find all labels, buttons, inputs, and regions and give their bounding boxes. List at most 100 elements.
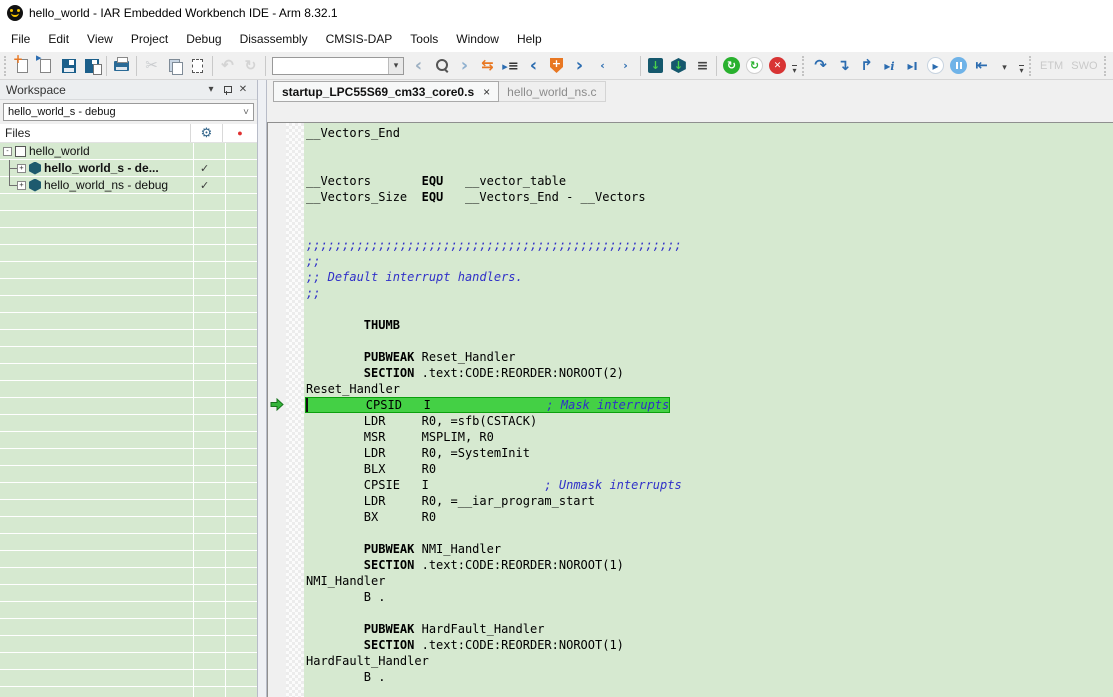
next-statement-button[interactable] bbox=[878, 54, 901, 78]
code-line bbox=[306, 205, 1113, 221]
workspace-menu-icon[interactable]: ▾ bbox=[203, 84, 219, 95]
goto-list-button[interactable] bbox=[499, 54, 522, 78]
reload-button[interactable] bbox=[743, 54, 766, 78]
step-over-icon bbox=[814, 56, 827, 75]
code-line: PUBWEAK Reset_Handler bbox=[306, 349, 1113, 365]
tree-empty-row bbox=[0, 619, 257, 636]
menu-item-debug[interactable]: Debug bbox=[177, 27, 230, 51]
menu-item-file[interactable]: File bbox=[2, 27, 39, 51]
menu-item-view[interactable]: View bbox=[78, 27, 122, 51]
text-cursor bbox=[306, 398, 308, 412]
toolbar-separator bbox=[716, 56, 717, 76]
menu-item-edit[interactable]: Edit bbox=[39, 27, 78, 51]
stop-red-icon bbox=[769, 57, 786, 74]
code-editor[interactable]: __Vectors_End__Vectors EQU __vector_tabl… bbox=[304, 123, 1113, 697]
download-button[interactable] bbox=[644, 54, 667, 78]
doc-right-icon bbox=[623, 59, 628, 72]
tab-startup-lpc55s69-cm33-core0-s[interactable]: startup_LPC55S69_cm33_core0.s× bbox=[273, 81, 499, 102]
project-node-icon bbox=[29, 179, 41, 192]
expander-icon[interactable]: + bbox=[17, 181, 26, 190]
download-debug-button[interactable] bbox=[667, 54, 690, 78]
stop-build-button[interactable] bbox=[766, 54, 789, 78]
menu-item-tools[interactable]: Tools bbox=[401, 27, 447, 51]
execution-gutter[interactable] bbox=[268, 123, 286, 697]
panel-splitter[interactable] bbox=[258, 80, 267, 697]
run-to-cursor-button[interactable] bbox=[901, 54, 924, 78]
tab-close-icon[interactable]: × bbox=[483, 85, 490, 99]
code-line bbox=[306, 333, 1113, 349]
tree-row[interactable]: +hello_world_s - de...✓ bbox=[0, 160, 257, 177]
swo-button: SWO bbox=[1067, 54, 1101, 78]
print-button[interactable] bbox=[110, 54, 133, 78]
prev-doc-button[interactable] bbox=[591, 54, 614, 78]
save-button[interactable] bbox=[57, 54, 80, 78]
shield-icon bbox=[550, 58, 563, 73]
quick-search-combo[interactable] bbox=[272, 57, 404, 75]
tree-empty-row bbox=[0, 636, 257, 653]
tree-connector bbox=[3, 160, 17, 177]
run-to-cursor-icon bbox=[907, 57, 917, 75]
next-bookmark-button[interactable] bbox=[568, 54, 591, 78]
save-all-button[interactable] bbox=[80, 54, 103, 78]
code-line: ;; Default interrupt handlers. bbox=[306, 269, 1113, 285]
new-file-icon bbox=[17, 59, 28, 73]
nav-back-button[interactable] bbox=[407, 54, 430, 78]
menu-item-window[interactable]: Window bbox=[447, 27, 508, 51]
menu-item-help[interactable]: Help bbox=[508, 27, 551, 51]
tree-row[interactable]: +hello_world_ns - debug✓ bbox=[0, 177, 257, 194]
undo-button bbox=[216, 54, 239, 78]
expander-icon[interactable]: - bbox=[3, 147, 12, 156]
tree-empty-row bbox=[0, 500, 257, 517]
breakpoints-button[interactable] bbox=[690, 54, 713, 78]
code-line: HardFault_Handler bbox=[306, 653, 1113, 669]
workspace-panel-title: Workspace bbox=[6, 83, 203, 97]
config-selector[interactable]: hello_world_s - debug bbox=[3, 103, 254, 121]
copy-button[interactable] bbox=[163, 54, 186, 78]
code-line: __Vectors EQU __vector_table bbox=[306, 173, 1113, 189]
toolbar-overflow-button[interactable] bbox=[1016, 56, 1027, 76]
tab-hello-world-ns-c[interactable]: hello_world_ns.c bbox=[499, 81, 605, 102]
stop-debugging-button[interactable] bbox=[970, 54, 993, 78]
chev-left-gray-icon bbox=[415, 55, 422, 76]
paste-button[interactable] bbox=[186, 54, 209, 78]
stop-debug-icon bbox=[975, 56, 988, 75]
toolbar-separator bbox=[106, 56, 107, 76]
navigate-swap-button[interactable] bbox=[476, 54, 499, 78]
code-line: B . bbox=[306, 589, 1113, 605]
step-over-button[interactable] bbox=[809, 54, 832, 78]
menu-item-cmsis-dap[interactable]: CMSIS-DAP bbox=[317, 27, 402, 51]
paste-icon bbox=[192, 59, 203, 73]
doc-left-icon bbox=[600, 59, 605, 72]
menu-bar: FileEditViewProjectDebugDisassemblyCMSIS… bbox=[0, 25, 1113, 52]
go-button[interactable] bbox=[924, 54, 947, 78]
toolbar-drag-handle bbox=[4, 56, 8, 76]
menu-item-project[interactable]: Project bbox=[122, 27, 177, 51]
menu-item-disassembly[interactable]: Disassembly bbox=[231, 27, 317, 51]
next-doc-button[interactable] bbox=[614, 54, 637, 78]
break-button[interactable] bbox=[947, 54, 970, 78]
debug-dropdown-button[interactable] bbox=[993, 54, 1016, 78]
gear-icon[interactable]: ⚙ bbox=[190, 124, 222, 142]
open-file-button[interactable] bbox=[34, 54, 57, 78]
code-line: ;; bbox=[306, 285, 1113, 301]
toggle-bookmark-button[interactable] bbox=[545, 54, 568, 78]
tree-row[interactable]: -hello_world bbox=[0, 143, 257, 160]
pin-icon[interactable] bbox=[219, 85, 235, 95]
prev-bookmark-button[interactable] bbox=[522, 54, 545, 78]
download-square-icon bbox=[648, 58, 663, 73]
new-file-button[interactable] bbox=[11, 54, 34, 78]
reset-button[interactable] bbox=[720, 54, 743, 78]
breakpoint-dot-icon bbox=[222, 124, 257, 142]
toolbar-overflow-button[interactable] bbox=[789, 56, 800, 76]
code-line: LDR R0, =__iar_program_start bbox=[306, 493, 1113, 509]
breakpoint-margin[interactable] bbox=[286, 123, 304, 697]
search-button[interactable] bbox=[430, 54, 453, 78]
step-out-button[interactable] bbox=[855, 54, 878, 78]
expander-icon[interactable]: + bbox=[17, 164, 26, 173]
step-out-icon bbox=[860, 56, 873, 75]
nav-forward-button[interactable] bbox=[453, 54, 476, 78]
toolbar-separator bbox=[640, 56, 641, 76]
close-icon[interactable]: ✕ bbox=[235, 84, 251, 95]
step-into-button[interactable] bbox=[832, 54, 855, 78]
copy-icon bbox=[169, 59, 180, 72]
